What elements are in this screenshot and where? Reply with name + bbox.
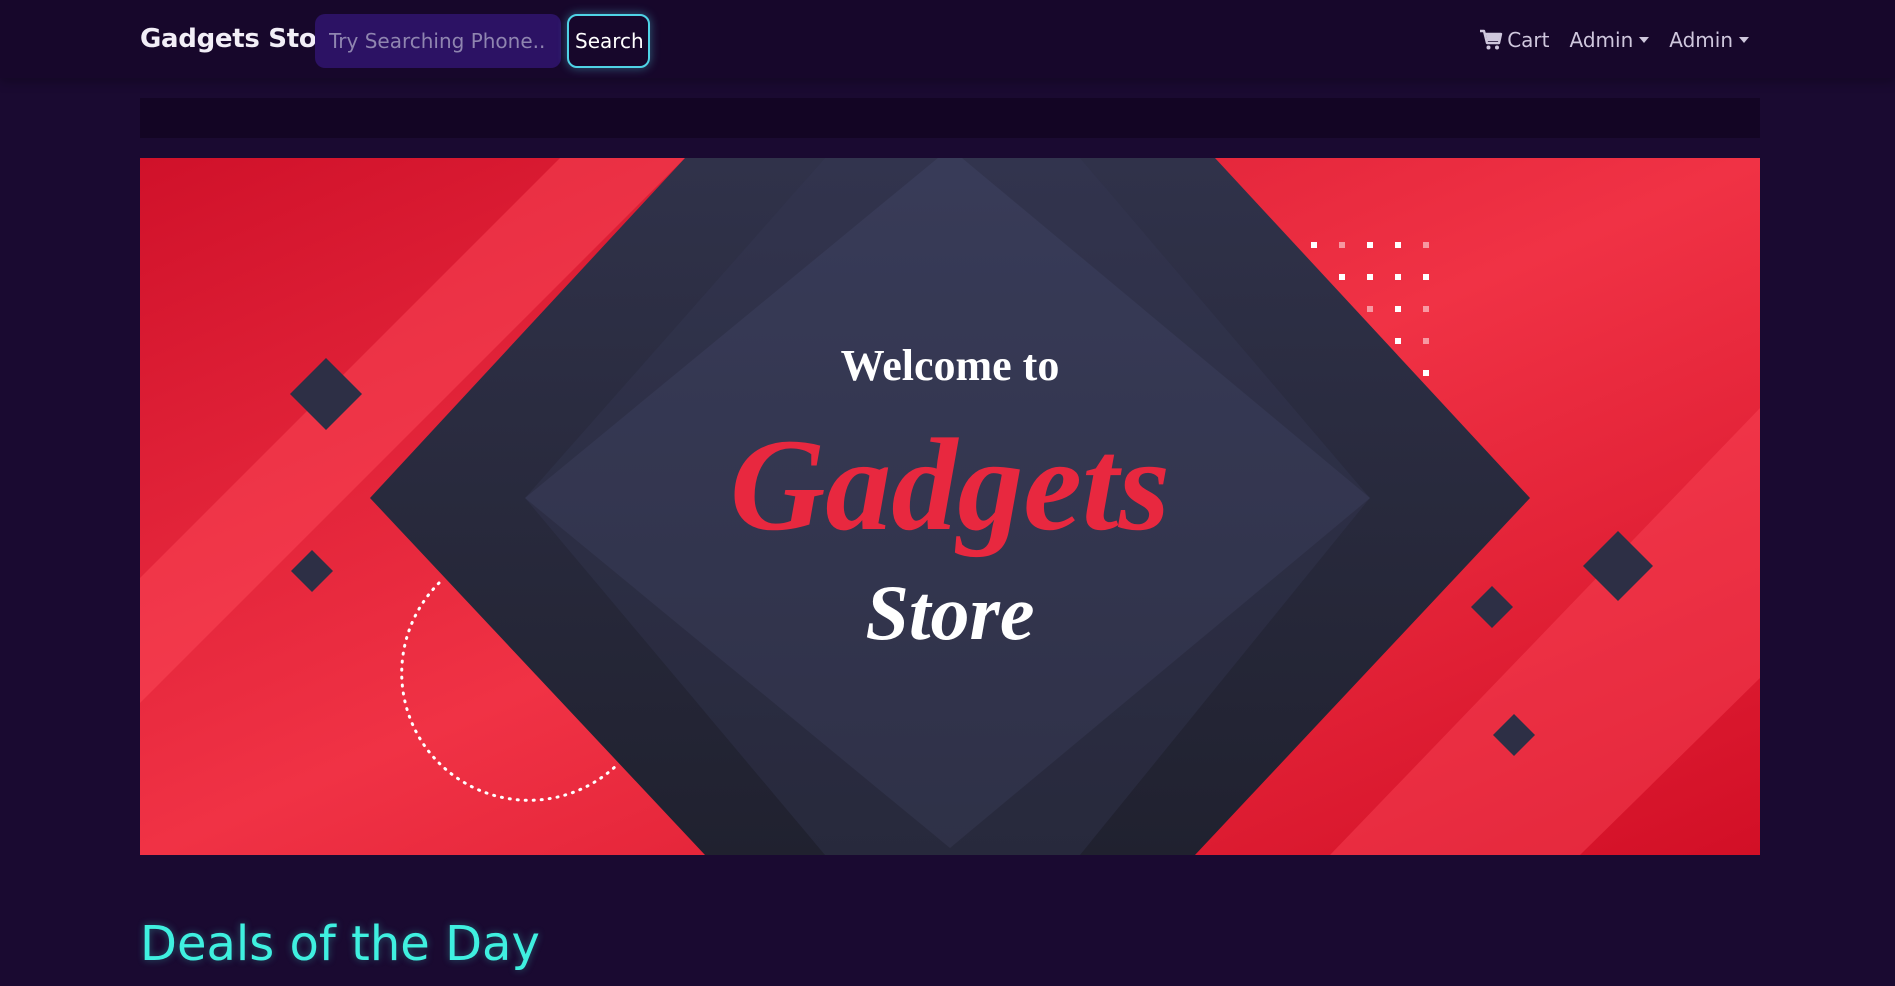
message-bar [140,98,1760,138]
cart-icon [1479,29,1503,51]
admin-dropdown-label: Admin [1569,28,1634,52]
top-navbar: Gadgets Store Search Cart Admin Admin [0,0,1895,78]
nav-right-menu: Cart Admin Admin [1479,25,1749,55]
chevron-down-icon [1639,37,1650,43]
banner-store-text: Store [865,569,1035,656]
banner-gadgets-text: Gadgets [730,411,1170,558]
hero-banner: Welcome to Gadgets Store [140,158,1760,855]
admin-dropdown-2[interactable]: Admin [1669,28,1749,52]
admin-dropdown-1[interactable]: Admin [1570,28,1650,52]
chevron-down-icon [1739,37,1749,43]
search-button[interactable]: Search [567,14,650,68]
cart-link[interactable]: Cart [1479,28,1550,52]
banner-welcome-text: Welcome to [840,341,1060,390]
admin-dropdown-label: Admin [1669,28,1733,52]
search-input[interactable] [315,14,561,68]
deals-of-the-day-heading: Deals of the Day [140,916,540,972]
cart-label: Cart [1507,28,1550,52]
